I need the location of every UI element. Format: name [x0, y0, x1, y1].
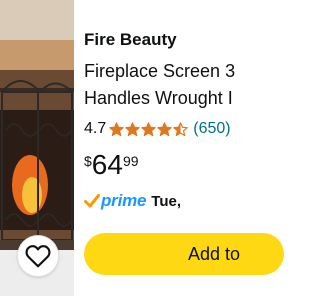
product-title-line-1: Fireplace Screen 3 [84, 61, 236, 81]
star-icon [109, 121, 125, 136]
product-title[interactable]: Fireplace Screen 3 Handles Wrought I [84, 58, 284, 112]
brand-name: Fire Beauty [84, 30, 177, 49]
product-title-line-2: Handles Wrought I [84, 88, 233, 108]
product-image[interactable] [0, 0, 74, 296]
star-icon [141, 121, 157, 136]
heart-outline-icon [25, 245, 51, 268]
wishlist-button[interactable] [18, 236, 58, 276]
prime-check-icon [84, 194, 100, 208]
delivery-date: Tue, [151, 192, 182, 210]
add-to-cart-button[interactable]: Add to [84, 233, 284, 275]
product-info[interactable]: Fire Beauty Fireplace Screen 3 Handles W… [84, 0, 284, 296]
star-rating [109, 121, 189, 137]
price-symbol: $ [84, 153, 92, 169]
prime-badge: prime [101, 191, 147, 210]
rating-row[interactable]: 4.7 (650) [84, 118, 231, 140]
price-fraction: 99 [122, 153, 139, 169]
star-icon [157, 121, 173, 136]
price-whole: 64 [91, 149, 123, 180]
price: $ 64 99 [84, 148, 139, 182]
prime-delivery: prime Tue, [84, 190, 181, 212]
star-icon [173, 121, 189, 136]
review-count-link[interactable]: (650) [193, 120, 230, 138]
rating-value: 4.7 [84, 120, 107, 137]
star-icon [125, 121, 141, 136]
